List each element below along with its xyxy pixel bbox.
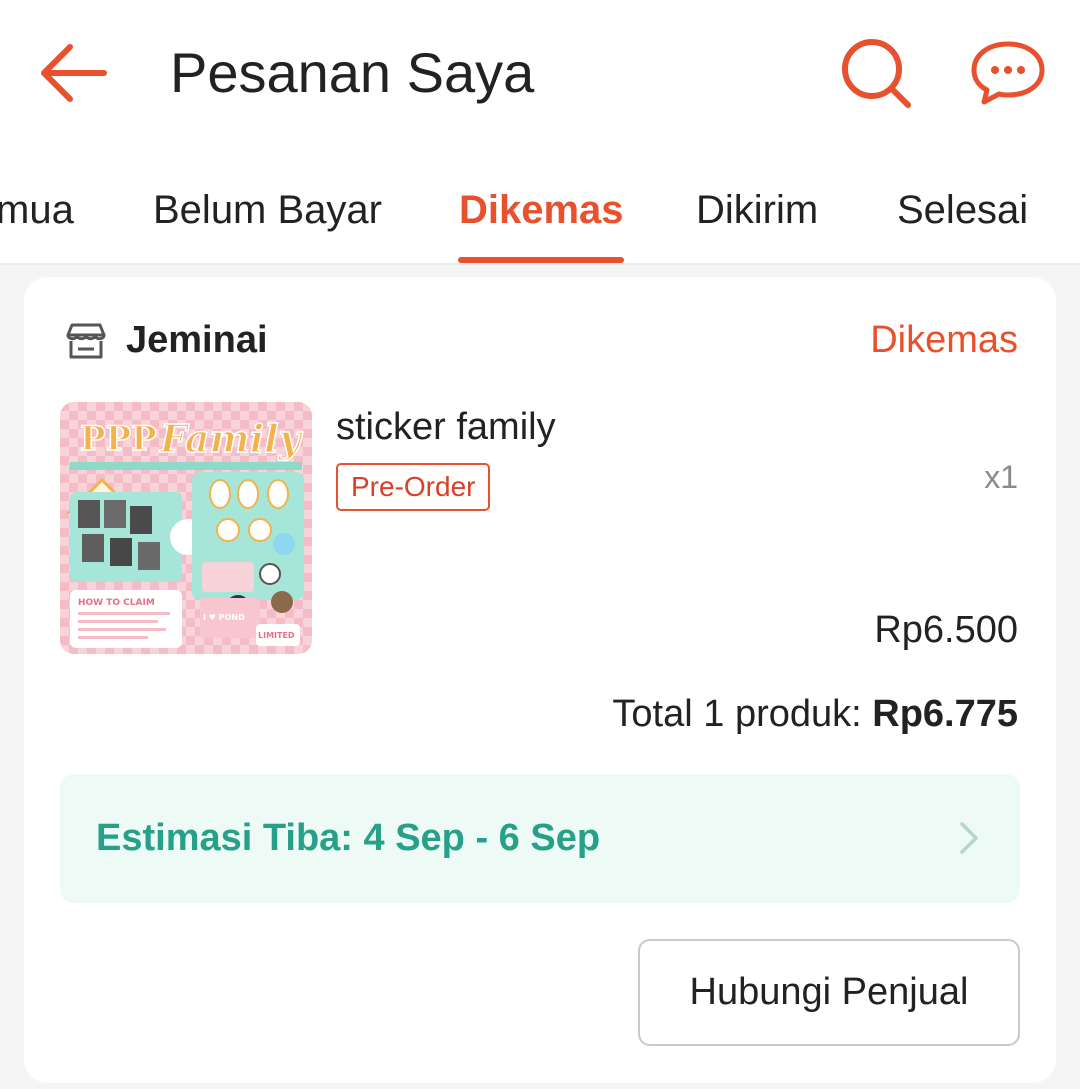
thumbnail-headline-b: Family [159,416,304,461]
search-icon[interactable] [838,36,914,110]
delivery-estimate-text: Estimasi Tiba: 4 Sep - 6 Sep [96,817,601,859]
shop-name[interactable]: Jeminai [126,317,268,363]
thumbnail-headline-a: PPP [80,419,157,459]
product-name[interactable]: sticker family [336,404,556,450]
page-title: Pesanan Saya [170,41,535,104]
chevron-right-icon [960,822,978,854]
product-price: Rp6.500 [874,609,1018,651]
arrow-left-icon[interactable] [36,38,110,108]
store-icon [66,323,106,359]
order-status: Dikemas [870,319,1018,361]
tab-dikirim[interactable]: Dikirim [696,185,818,235]
total-value: Rp6.775 [872,693,1018,735]
thumbnail-limited-tag: LIMITED [258,631,295,640]
app-header: Pesanan Saya [0,0,1080,145]
preorder-badge: Pre-Order [336,463,491,511]
active-tab-indicator [458,257,624,263]
thumbnail-section-title: HOW TO CLAIM [78,598,155,608]
product-thumbnail[interactable]: PPP Family HOW TO CLAIM I ♥ POND LIMITED [60,402,312,654]
order-total: Total 1 produk: Rp6.775 [612,691,1018,737]
tab-selesai[interactable]: Selesai [897,185,1028,235]
tab-dikemas[interactable]: Dikemas [459,185,624,235]
order-status-tabs: mua Belum Bayar Dikemas Dikirim Selesai [0,145,1080,265]
delivery-estimate[interactable]: Estimasi Tiba: 4 Sep - 6 Sep [60,774,1020,903]
tab-belum-bayar[interactable]: Belum Bayar [153,185,382,235]
thumbnail-sticker-text: I ♥ POND [203,613,245,622]
order-card[interactable]: Jeminai Dikemas PPP Family HOW TO CLAIM … [24,277,1056,1083]
chat-icon[interactable] [968,38,1048,108]
contact-seller-button[interactable]: Hubungi Penjual [638,939,1020,1046]
tab-semua[interactable]: mua [0,185,74,235]
product-quantity: x1 [984,459,1018,495]
total-label: Total 1 produk: [612,693,862,735]
